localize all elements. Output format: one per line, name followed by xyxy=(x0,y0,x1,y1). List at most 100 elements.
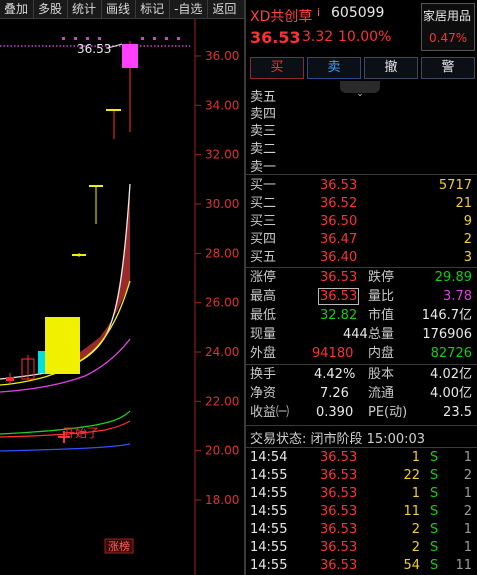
toolbar-draw-line[interactable]: 画线 xyxy=(102,0,137,18)
bid-label: 买四 xyxy=(250,232,277,247)
y-tick-label: 30.00 xyxy=(205,197,239,211)
trade-row: 14:55 36.53 11 S 2 xyxy=(250,503,472,521)
trade-row: 14:55 36.53 22 S 2 xyxy=(250,467,472,485)
y-tick-label: 36.00 xyxy=(205,49,239,63)
quote-row-nav: 净资 7.26 流通 4.00亿 xyxy=(250,385,472,403)
trade-price: 36.53 xyxy=(320,522,358,537)
trade-row: 14:55 36.53 2 S 1 xyxy=(250,539,472,557)
kline-chart[interactable]: 36.00 34.00 32.00 30.00 28.00 26.00 24.00 22.00… xyxy=(0,19,244,575)
divider-trades xyxy=(246,447,477,448)
turnover-value: 4.42% xyxy=(314,367,356,382)
limit-down-value: 29.89 xyxy=(434,270,472,285)
trade-time: 14:55 xyxy=(250,540,288,555)
alert-button[interactable]: 警 xyxy=(421,57,475,79)
outer-value: 94180 xyxy=(312,346,354,361)
trade-row: 14:55 36.53 54 S 11 xyxy=(250,557,472,575)
trade-volume: 2 xyxy=(411,540,420,555)
bid-row[interactable]: 买二 36.52 21 xyxy=(250,195,472,213)
quote-row-volume: 现量 444 总量 176906 xyxy=(250,326,472,344)
trade-time: 14:55 xyxy=(250,522,288,537)
bid-label: 买二 xyxy=(250,196,277,211)
quote-row-outer-inner: 外盘 94180 内盘 82726 xyxy=(250,345,472,363)
bid-row[interactable]: 买五 36.40 3 xyxy=(250,249,472,267)
sell-button[interactable]: 卖 xyxy=(307,57,361,79)
trade-volume: 1 xyxy=(411,486,420,501)
bid-row[interactable]: 买三 36.50 9 xyxy=(250,213,472,231)
trade-side: S xyxy=(430,486,439,501)
bid-volume: 2 xyxy=(463,232,472,247)
y-tick-label: 26.00 xyxy=(205,296,239,310)
trade-side: S xyxy=(430,468,439,483)
quote-row-turnover: 换手 4.42% 股本 4.02亿 xyxy=(250,366,472,384)
trade-time: 14:55 xyxy=(250,468,288,483)
toolbar-remove-watchlist[interactable]: -自选 xyxy=(170,0,209,18)
outer-label: 外盘 xyxy=(250,346,277,361)
nav-label: 净资 xyxy=(250,386,277,401)
turnover-label: 换手 xyxy=(250,367,277,382)
ma-line-blue xyxy=(0,443,131,452)
limit-up-label: 涨停 xyxy=(250,270,277,285)
trade-volume: 22 xyxy=(403,468,420,483)
trade-side: S xyxy=(430,558,439,573)
buy-button[interactable]: 买 xyxy=(250,57,304,79)
expand-toggle[interactable]: ⌄ xyxy=(340,81,380,99)
total-vol-label: 总量 xyxy=(368,327,395,342)
bid-volume: 5717 xyxy=(438,178,472,193)
quote-row-limit: 涨停 36.53 跌停 29.89 xyxy=(250,269,472,287)
low-value: 32.82 xyxy=(320,308,358,323)
toolbar-back[interactable]: 返回 xyxy=(208,0,241,18)
toolbar-statistics[interactable]: 统计 xyxy=(68,0,103,18)
trade-side: S xyxy=(430,540,439,555)
trade-row: 14:55 36.53 1 S 1 xyxy=(250,485,472,503)
bid-price: 36.53 xyxy=(320,178,358,193)
info-icon[interactable]: i xyxy=(317,6,320,19)
y-tick-label: 18.00 xyxy=(205,493,239,507)
cur-vol-value: 444 xyxy=(343,327,368,342)
sector-change: 0.47% xyxy=(429,31,468,45)
price-change: 3.32 xyxy=(302,29,334,45)
trade-time: 14:54 xyxy=(250,450,288,465)
bid-row[interactable]: 买一 36.53 5717 xyxy=(250,177,472,195)
trade-count: 1 xyxy=(463,486,472,501)
trade-count: 2 xyxy=(463,468,472,483)
trade-count: 1 xyxy=(463,450,472,465)
trade-volume: 2 xyxy=(411,522,420,537)
mkt-cap-value: 146.7亿 xyxy=(421,308,472,323)
cur-vol-label: 现量 xyxy=(250,327,277,342)
total-vol-value: 176906 xyxy=(422,327,472,342)
trade-row: 14:55 36.53 2 S 1 xyxy=(250,521,472,539)
limit-down-label: 跌停 xyxy=(368,270,395,285)
y-tick-label: 24.00 xyxy=(205,345,239,359)
price-change-pct: 10.00% xyxy=(338,29,392,45)
inner-value: 82726 xyxy=(430,346,472,361)
bid-volume: 9 xyxy=(463,214,472,229)
bid-label: 买三 xyxy=(250,214,277,229)
trade-side: S xyxy=(430,504,439,519)
bottom-tag-label: 涨榜 xyxy=(108,539,130,553)
trade-time: 14:55 xyxy=(250,504,288,519)
trade-side: S xyxy=(430,450,439,465)
toolbar-mark[interactable]: 标记 xyxy=(136,0,171,18)
cancel-order-button[interactable]: 撤 xyxy=(364,57,418,79)
stock-name[interactable]: XD共创草 xyxy=(250,6,312,26)
toolbar-multi-stock[interactable]: 多股 xyxy=(34,0,69,18)
ask-3-label: 卖三 xyxy=(250,124,277,139)
equity-value: 4.02亿 xyxy=(430,367,472,382)
chart-toolbar: 叠加 多股 统计 画线 标记 -自选 返回 xyxy=(0,0,244,19)
trade-price: 36.53 xyxy=(320,450,358,465)
high-value: 36.53 xyxy=(318,288,360,305)
vol-ratio-value: 3.78 xyxy=(443,289,472,304)
y-tick-label: 32.00 xyxy=(205,148,239,162)
toolbar-overlay[interactable]: 叠加 xyxy=(0,0,35,18)
price-marker-dots xyxy=(62,37,180,40)
float-label: 流通 xyxy=(368,386,395,401)
ask-1-label: 卖一 xyxy=(250,160,277,175)
trade-count: 1 xyxy=(463,522,472,537)
bid-row[interactable]: 买四 36.47 2 xyxy=(250,231,472,249)
float-value: 4.00亿 xyxy=(430,386,472,401)
trade-side: S xyxy=(430,522,439,537)
bid-label: 买五 xyxy=(250,250,277,265)
divider-bid-quote xyxy=(246,267,477,268)
annotation-label: 开始了 xyxy=(63,426,99,440)
sector-name: 家居用品 xyxy=(423,9,472,23)
